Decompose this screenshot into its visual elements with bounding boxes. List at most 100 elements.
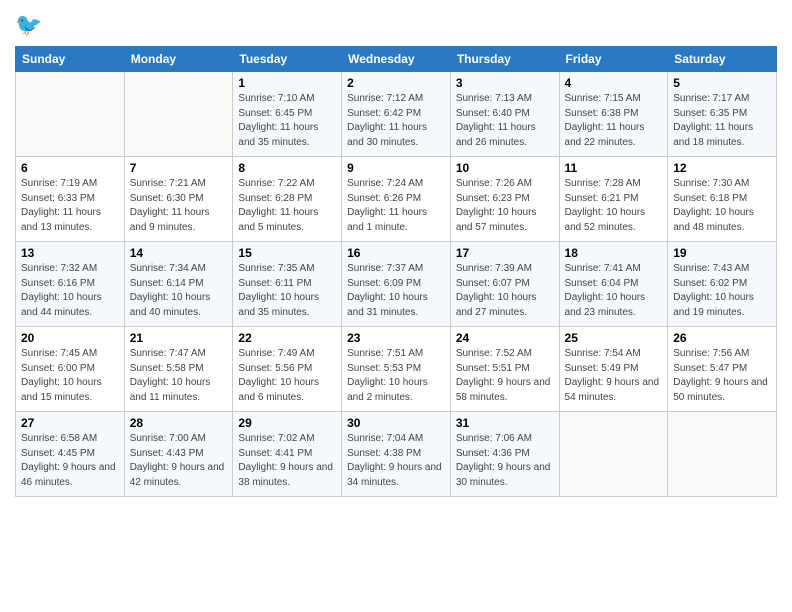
day-cell: 22Sunrise: 7:49 AM Sunset: 5:56 PM Dayli… bbox=[233, 327, 342, 412]
day-cell: 20 Sunrise: 7:45 AM Sunset: 6:00 PM Dayli… bbox=[16, 327, 125, 412]
logo: 🐦 bbox=[15, 10, 47, 38]
day-cell: 23 Sunrise: 7:51 AM Sunset: 5:53 PM Dayli… bbox=[342, 327, 451, 412]
day-cell: 3 Sunrise: 7:13 AM Sunset: 6:40 PM Daylig… bbox=[450, 72, 559, 157]
day-cell: 5 Sunrise: 7:17 AM Sunset: 6:35 PM Daylig… bbox=[668, 72, 777, 157]
weekday-monday: Monday bbox=[124, 47, 233, 72]
day-number: 7 bbox=[130, 161, 228, 175]
day-number: 9 bbox=[347, 161, 445, 175]
day-info: Sunrise: 7:10 AM Sunset: 6:45 PM Dayligh… bbox=[238, 92, 336, 150]
day-number: 25 bbox=[565, 331, 663, 345]
day-number: 5 bbox=[673, 76, 771, 90]
day-info: Sunrise: 7:43 AM Sunset: 6:02 PM Dayligh… bbox=[673, 262, 771, 320]
day-number: 17 bbox=[456, 246, 554, 260]
day-number: 26 bbox=[673, 331, 771, 345]
day-cell: 2 Sunrise: 7:12 AM Sunset: 6:42 PM Daylig… bbox=[342, 72, 451, 157]
day-info: Sunrise: 7:17 AM Sunset: 6:35 PM Dayligh… bbox=[673, 92, 771, 150]
day-info: Sunrise: 7:00 AM Sunset: 4:43 PM Dayligh… bbox=[130, 432, 228, 490]
day-number: 27 bbox=[21, 416, 119, 430]
day-number: 2 bbox=[347, 76, 445, 90]
day-info: Sunrise: 7:02 AM Sunset: 4:41 PM Dayligh… bbox=[238, 432, 336, 490]
day-number: 20 bbox=[21, 331, 119, 345]
day-info: Sunrise: 7:51 AM Sunset: 5:53 PM Dayligh… bbox=[347, 347, 445, 405]
day-number: 28 bbox=[130, 416, 228, 430]
day-info: Sunrise: 7:47 AM Sunset: 5:58 PM Dayligh… bbox=[130, 347, 228, 405]
day-number: 19 bbox=[673, 246, 771, 260]
day-info: Sunrise: 7:12 AM Sunset: 6:42 PM Dayligh… bbox=[347, 92, 445, 150]
day-info: Sunrise: 7:56 AM Sunset: 5:47 PM Dayligh… bbox=[673, 347, 771, 405]
day-number: 15 bbox=[238, 246, 336, 260]
day-cell bbox=[559, 412, 668, 497]
day-cell: 6 Sunrise: 7:19 AM Sunset: 6:33 PM Daylig… bbox=[16, 157, 125, 242]
day-info: Sunrise: 7:04 AM Sunset: 4:38 PM Dayligh… bbox=[347, 432, 445, 490]
page: 🐦 SundayMondayTuesdayWednesdayThursdayFr… bbox=[0, 0, 792, 612]
day-cell: 7Sunrise: 7:21 AM Sunset: 6:30 PM Daylig… bbox=[124, 157, 233, 242]
day-cell: 19 Sunrise: 7:43 AM Sunset: 6:02 PM Dayli… bbox=[668, 242, 777, 327]
weekday-saturday: Saturday bbox=[668, 47, 777, 72]
day-cell: 21 Sunrise: 7:47 AM Sunset: 5:58 PM Dayli… bbox=[124, 327, 233, 412]
day-info: Sunrise: 7:35 AM Sunset: 6:11 PM Dayligh… bbox=[238, 262, 336, 320]
day-cell: 30 Sunrise: 7:04 AM Sunset: 4:38 PM Dayli… bbox=[342, 412, 451, 497]
day-number: 3 bbox=[456, 76, 554, 90]
week-row-2: 6 Sunrise: 7:19 AM Sunset: 6:33 PM Daylig… bbox=[16, 157, 777, 242]
week-row-3: 13 Sunrise: 7:32 AM Sunset: 6:16 PM Dayli… bbox=[16, 242, 777, 327]
day-info: Sunrise: 7:39 AM Sunset: 6:07 PM Dayligh… bbox=[456, 262, 554, 320]
day-info: Sunrise: 7:34 AM Sunset: 6:14 PM Dayligh… bbox=[130, 262, 228, 320]
day-cell: 16 Sunrise: 7:37 AM Sunset: 6:09 PM Dayli… bbox=[342, 242, 451, 327]
day-cell: 11Sunrise: 7:28 AM Sunset: 6:21 PM Dayli… bbox=[559, 157, 668, 242]
day-cell: 9 Sunrise: 7:24 AM Sunset: 6:26 PM Daylig… bbox=[342, 157, 451, 242]
day-info: Sunrise: 7:45 AM Sunset: 6:00 PM Dayligh… bbox=[21, 347, 119, 405]
weekday-thursday: Thursday bbox=[450, 47, 559, 72]
week-row-1: 1 Sunrise: 7:10 AM Sunset: 6:45 PM Daylig… bbox=[16, 72, 777, 157]
logo-bird-icon: 🐦 bbox=[15, 10, 43, 38]
day-number: 16 bbox=[347, 246, 445, 260]
day-cell: 31 Sunrise: 7:06 AM Sunset: 4:36 PM Dayli… bbox=[450, 412, 559, 497]
weekday-tuesday: Tuesday bbox=[233, 47, 342, 72]
day-cell: 10Sunrise: 7:26 AM Sunset: 6:23 PM Dayli… bbox=[450, 157, 559, 242]
calendar-table: SundayMondayTuesdayWednesdayThursdayFrid… bbox=[15, 46, 777, 497]
day-number: 11 bbox=[565, 161, 663, 175]
day-number: 24 bbox=[456, 331, 554, 345]
week-row-4: 20 Sunrise: 7:45 AM Sunset: 6:00 PM Dayli… bbox=[16, 327, 777, 412]
svg-text:🐦: 🐦 bbox=[15, 12, 42, 37]
day-info: Sunrise: 7:24 AM Sunset: 6:26 PM Dayligh… bbox=[347, 177, 445, 235]
day-info: Sunrise: 7:19 AM Sunset: 6:33 PM Dayligh… bbox=[21, 177, 119, 235]
day-cell bbox=[16, 72, 125, 157]
day-cell: 24 Sunrise: 7:52 AM Sunset: 5:51 PM Dayli… bbox=[450, 327, 559, 412]
day-info: Sunrise: 7:37 AM Sunset: 6:09 PM Dayligh… bbox=[347, 262, 445, 320]
day-cell: 13 Sunrise: 7:32 AM Sunset: 6:16 PM Dayli… bbox=[16, 242, 125, 327]
day-number: 12 bbox=[673, 161, 771, 175]
day-cell: 1 Sunrise: 7:10 AM Sunset: 6:45 PM Daylig… bbox=[233, 72, 342, 157]
day-number: 21 bbox=[130, 331, 228, 345]
day-cell bbox=[124, 72, 233, 157]
day-info: Sunrise: 7:06 AM Sunset: 4:36 PM Dayligh… bbox=[456, 432, 554, 490]
day-info: Sunrise: 7:15 AM Sunset: 6:38 PM Dayligh… bbox=[565, 92, 663, 150]
day-cell: 17 Sunrise: 7:39 AM Sunset: 6:07 PM Dayli… bbox=[450, 242, 559, 327]
weekday-friday: Friday bbox=[559, 47, 668, 72]
day-number: 23 bbox=[347, 331, 445, 345]
day-cell: 28 Sunrise: 7:00 AM Sunset: 4:43 PM Dayli… bbox=[124, 412, 233, 497]
day-number: 31 bbox=[456, 416, 554, 430]
day-info: Sunrise: 7:32 AM Sunset: 6:16 PM Dayligh… bbox=[21, 262, 119, 320]
day-number: 8 bbox=[238, 161, 336, 175]
day-info: Sunrise: 7:13 AM Sunset: 6:40 PM Dayligh… bbox=[456, 92, 554, 150]
day-cell: 12 Sunrise: 7:30 AM Sunset: 6:18 PM Dayli… bbox=[668, 157, 777, 242]
day-number: 22 bbox=[238, 331, 336, 345]
day-info: Sunrise: 7:52 AM Sunset: 5:51 PM Dayligh… bbox=[456, 347, 554, 405]
day-cell: 29Sunrise: 7:02 AM Sunset: 4:41 PM Dayli… bbox=[233, 412, 342, 497]
day-number: 6 bbox=[21, 161, 119, 175]
day-info: Sunrise: 7:54 AM Sunset: 5:49 PM Dayligh… bbox=[565, 347, 663, 405]
day-info: Sunrise: 7:30 AM Sunset: 6:18 PM Dayligh… bbox=[673, 177, 771, 235]
week-row-5: 27Sunrise: 6:58 AM Sunset: 4:45 PM Dayli… bbox=[16, 412, 777, 497]
day-number: 10 bbox=[456, 161, 554, 175]
day-info: Sunrise: 7:41 AM Sunset: 6:04 PM Dayligh… bbox=[565, 262, 663, 320]
day-number: 13 bbox=[21, 246, 119, 260]
day-cell: 27Sunrise: 6:58 AM Sunset: 4:45 PM Dayli… bbox=[16, 412, 125, 497]
day-number: 1 bbox=[238, 76, 336, 90]
weekday-wednesday: Wednesday bbox=[342, 47, 451, 72]
day-number: 30 bbox=[347, 416, 445, 430]
day-cell: 14Sunrise: 7:34 AM Sunset: 6:14 PM Dayli… bbox=[124, 242, 233, 327]
day-info: Sunrise: 7:22 AM Sunset: 6:28 PM Dayligh… bbox=[238, 177, 336, 235]
day-cell: 26 Sunrise: 7:56 AM Sunset: 5:47 PM Dayli… bbox=[668, 327, 777, 412]
day-number: 18 bbox=[565, 246, 663, 260]
weekday-sunday: Sunday bbox=[16, 47, 125, 72]
